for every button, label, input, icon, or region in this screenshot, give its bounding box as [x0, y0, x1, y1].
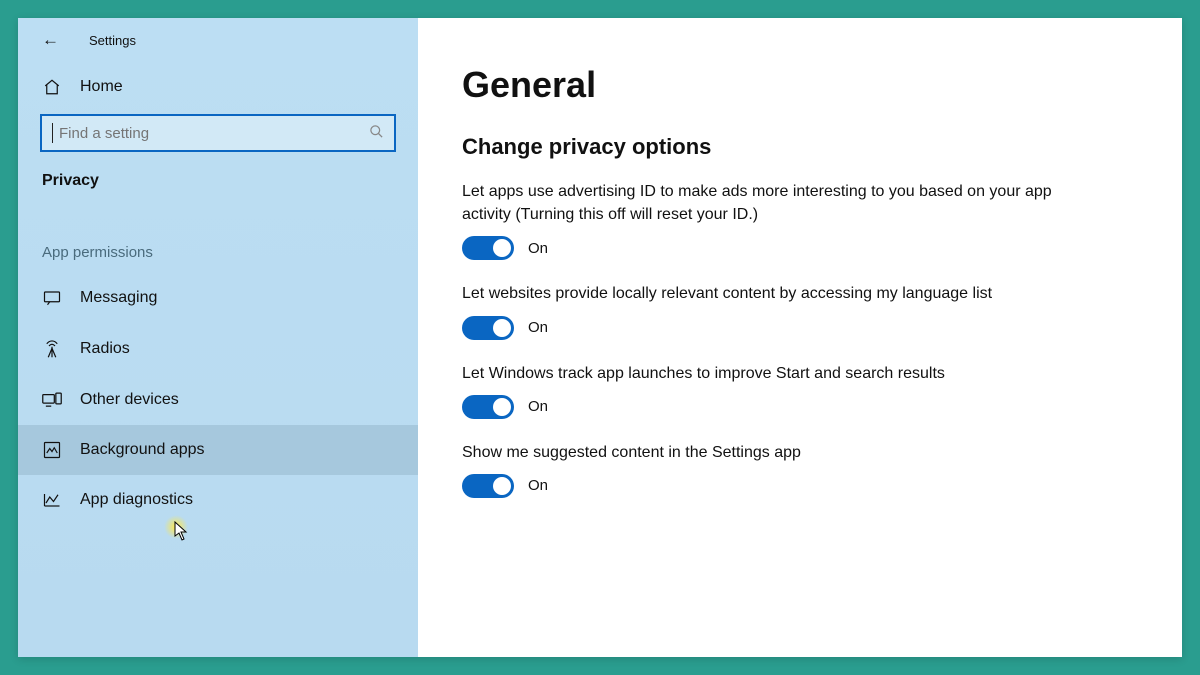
option-desc: Let apps use advertising ID to make ads … [462, 180, 1072, 226]
home-icon [42, 78, 62, 96]
text-caret [52, 123, 53, 143]
sidebar-item-label: App diagnostics [80, 491, 193, 509]
option-advertising-id: Let apps use advertising ID to make ads … [462, 180, 1130, 260]
sidebar-item-background-apps[interactable]: Background apps [18, 425, 418, 475]
home-label: Home [80, 78, 123, 96]
toggle-knob [493, 239, 511, 257]
sidebar-item-radios[interactable]: Radios [18, 323, 418, 375]
sidebar-item-label: Radios [80, 340, 130, 358]
sidebar-group-app-permissions: App permissions [18, 210, 418, 273]
option-desc: Let Windows track app launches to improv… [462, 362, 1072, 385]
toggle-advertising-id[interactable] [462, 236, 514, 260]
toggle-state-label: On [528, 477, 548, 494]
content-pane: General Change privacy options Let apps … [418, 18, 1182, 657]
sidebar-item-messaging[interactable]: Messaging [18, 273, 418, 323]
search-icon [369, 124, 384, 143]
option-language-list: Let websites provide locally relevant co… [462, 282, 1130, 339]
toggle-app-launches[interactable] [462, 395, 514, 419]
toggle-state-label: On [528, 240, 548, 257]
option-suggested-content: Show me suggested content in the Setting… [462, 441, 1130, 498]
search-input[interactable] [59, 125, 363, 142]
search-container [18, 110, 418, 168]
toggle-suggested-content[interactable] [462, 474, 514, 498]
option-app-launches: Let Windows track app launches to improv… [462, 362, 1130, 419]
toggle-knob [493, 398, 511, 416]
sidebar-item-label: Other devices [80, 391, 179, 409]
toggle-state-label: On [528, 319, 548, 336]
option-desc: Show me suggested content in the Setting… [462, 441, 1072, 464]
page-title: General [462, 64, 1130, 106]
search-box[interactable] [40, 114, 396, 152]
sidebar-item-label: Background apps [80, 441, 205, 459]
option-desc: Let websites provide locally relevant co… [462, 282, 1072, 305]
sidebar-section-privacy: Privacy [18, 168, 418, 210]
sidebar-item-other-devices[interactable]: Other devices [18, 375, 418, 425]
sidebar-item-home[interactable]: Home [18, 64, 418, 110]
back-icon[interactable]: ← [42, 30, 59, 50]
radios-icon [42, 339, 62, 359]
background-apps-icon [42, 441, 62, 459]
other-devices-icon [42, 392, 62, 408]
toggle-language-list[interactable] [462, 316, 514, 340]
settings-window: ← Settings Home Privacy App permissions [18, 18, 1182, 657]
sidebar-item-label: Messaging [80, 289, 157, 307]
section-heading: Change privacy options [462, 134, 1130, 160]
sidebar-item-app-diagnostics[interactable]: App diagnostics [18, 475, 418, 525]
toggle-knob [493, 477, 511, 495]
messaging-icon [42, 290, 62, 306]
sidebar: ← Settings Home Privacy App permissions [18, 18, 418, 657]
app-diagnostics-icon [42, 492, 62, 508]
titlebar: ← Settings [18, 24, 418, 64]
toggle-state-label: On [528, 398, 548, 415]
window-title: Settings [89, 33, 136, 48]
toggle-knob [493, 319, 511, 337]
